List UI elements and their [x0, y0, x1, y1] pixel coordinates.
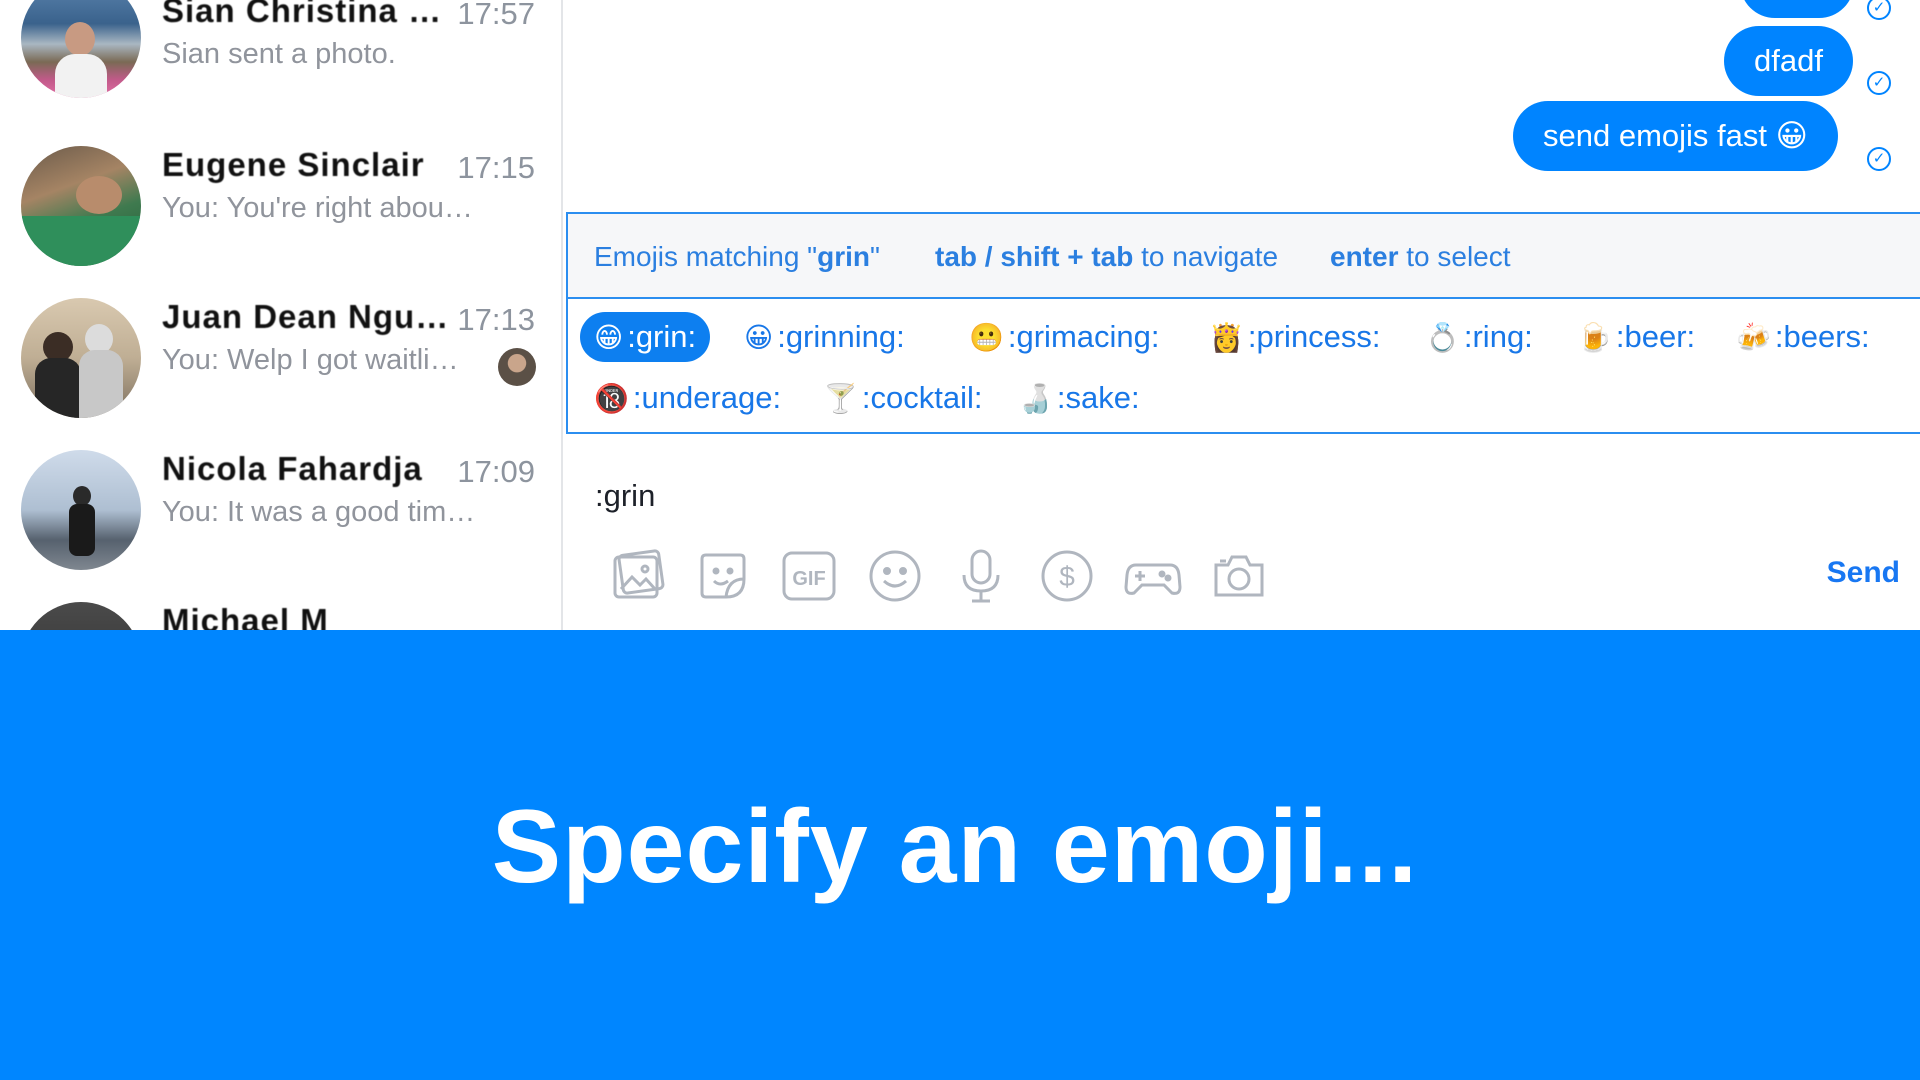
banner-headline: Specify an emoji... [491, 789, 1419, 905]
sent-check-icon: ✓ [1867, 147, 1891, 171]
emoji-option-grin[interactable]: 😁:grin: [580, 312, 711, 362]
conversation-name: Nicola Fahardja [162, 450, 423, 487]
message-bubble: send emojis fast 😀 [1513, 101, 1838, 171]
emoji-option-cocktail[interactable]: 🍸:cocktail: [809, 373, 996, 423]
beers-emoji-icon: 🍻 [1736, 321, 1771, 354]
emoji-suggestion-panel: Emojis matching "grin" tab / shift + tab… [566, 212, 1920, 434]
grimacing-emoji-icon: 😬 [969, 321, 1004, 354]
emoji-option-grinning[interactable]: 😀:grinning: [730, 312, 919, 362]
emoji-option-beer[interactable]: 🍺:beer: [1563, 312, 1709, 362]
emoji-hint-bar: Emojis matching "grin" tab / shift + tab… [568, 214, 1920, 299]
beer-emoji-icon: 🍺 [1577, 321, 1612, 354]
conversation-snippet: Sian sent a photo. [162, 38, 396, 70]
conversation-item[interactable]: Michael M [0, 588, 561, 630]
conversation-name: Eugene Sinclair [162, 146, 425, 183]
avatar [21, 450, 141, 570]
conversation-list: Sian Christina Wi... 17:57 Sian sent a p… [0, 0, 563, 630]
conversation-name: Juan Dean Nguyen [162, 298, 452, 335]
photo-icon[interactable] [605, 545, 667, 607]
navigate-hint: tab / shift + tab to navigate [935, 241, 1279, 272]
message-bubble: dfadf [1724, 26, 1853, 96]
conversation-time: 17:15 [457, 150, 535, 185]
avatar [21, 602, 141, 630]
conversation-name: Michael M [162, 602, 329, 630]
grin-emoji-icon: 😁 [594, 321, 624, 354]
underage-emoji-icon: 🔞 [594, 382, 629, 415]
conversation-time: 17:09 [457, 454, 535, 489]
emoji-option-princess[interactable]: 👸:princess: [1195, 312, 1395, 362]
matching-hint: Emojis matching "grin" [594, 241, 880, 272]
grinning-emoji-icon: 😀 [744, 321, 774, 354]
conversation-item[interactable]: Eugene Sinclair 17:15 You: You're right … [0, 132, 561, 284]
message-bubble [1740, 0, 1854, 18]
camera-icon[interactable] [1208, 545, 1270, 607]
read-receipt-avatar [498, 348, 536, 386]
conversation-time: 17:13 [457, 302, 535, 337]
conversation-snippet: You: It was a good tim… [162, 496, 476, 528]
emoji-option-ring[interactable]: 💍:ring: [1411, 312, 1547, 362]
conversation-name: Sian Christina Wi... [162, 0, 452, 29]
message-input[interactable]: :grin [595, 478, 655, 514]
conversation-snippet: You: You're right abou… [162, 192, 473, 224]
gif-label: GIF [792, 568, 825, 590]
gif-icon[interactable]: GIF [778, 545, 840, 607]
conversation-time: 17:57 [457, 0, 535, 31]
princess-emoji-icon: 👸 [1209, 321, 1244, 354]
conversation-item[interactable]: Nicola Fahardja 17:09 You: It was a good… [0, 436, 561, 588]
conversation-item[interactable]: Sian Christina Wi... 17:57 Sian sent a p… [0, 0, 561, 130]
svg-text:$: $ [1059, 561, 1075, 592]
cocktail-emoji-icon: 🍸 [823, 382, 858, 415]
sent-check-icon: ✓ [1867, 0, 1891, 20]
emoji-option-underage[interactable]: 🔞:underage: [580, 373, 795, 423]
conversation-item[interactable]: Juan Dean Nguyen 17:13 You: Welp I got w… [0, 284, 561, 436]
message-text: send emojis fast 😀 [1543, 118, 1808, 153]
emoji-option-grimacing[interactable]: 😬:grimacing: [955, 312, 1173, 362]
emoji-option-sake[interactable]: 🍶:sake: [1004, 373, 1154, 423]
game-icon[interactable] [1122, 545, 1184, 607]
sake-emoji-icon: 🍶 [1018, 382, 1053, 415]
chat-panel: ✓ dfadf ✓ send emojis fast 😀 ✓ Emojis ma… [565, 0, 1920, 630]
select-hint: enter to select [1330, 241, 1511, 272]
conversation-snippet: You: Welp I got waitlis… [162, 344, 462, 376]
emoji-option-beers[interactable]: 🍻:beers: [1722, 312, 1884, 362]
payment-icon[interactable]: $ [1036, 545, 1098, 607]
emoji-icon[interactable] [864, 545, 926, 607]
send-button[interactable]: Send [1827, 556, 1900, 590]
sent-check-icon: ✓ [1867, 71, 1891, 95]
promo-banner: Specify an emoji... [0, 630, 1920, 1080]
avatar [21, 146, 141, 266]
microphone-icon[interactable] [950, 545, 1012, 607]
avatar [21, 0, 141, 98]
ring-emoji-icon: 💍 [1425, 321, 1460, 354]
sticker-icon[interactable] [692, 545, 754, 607]
avatar [21, 298, 141, 418]
